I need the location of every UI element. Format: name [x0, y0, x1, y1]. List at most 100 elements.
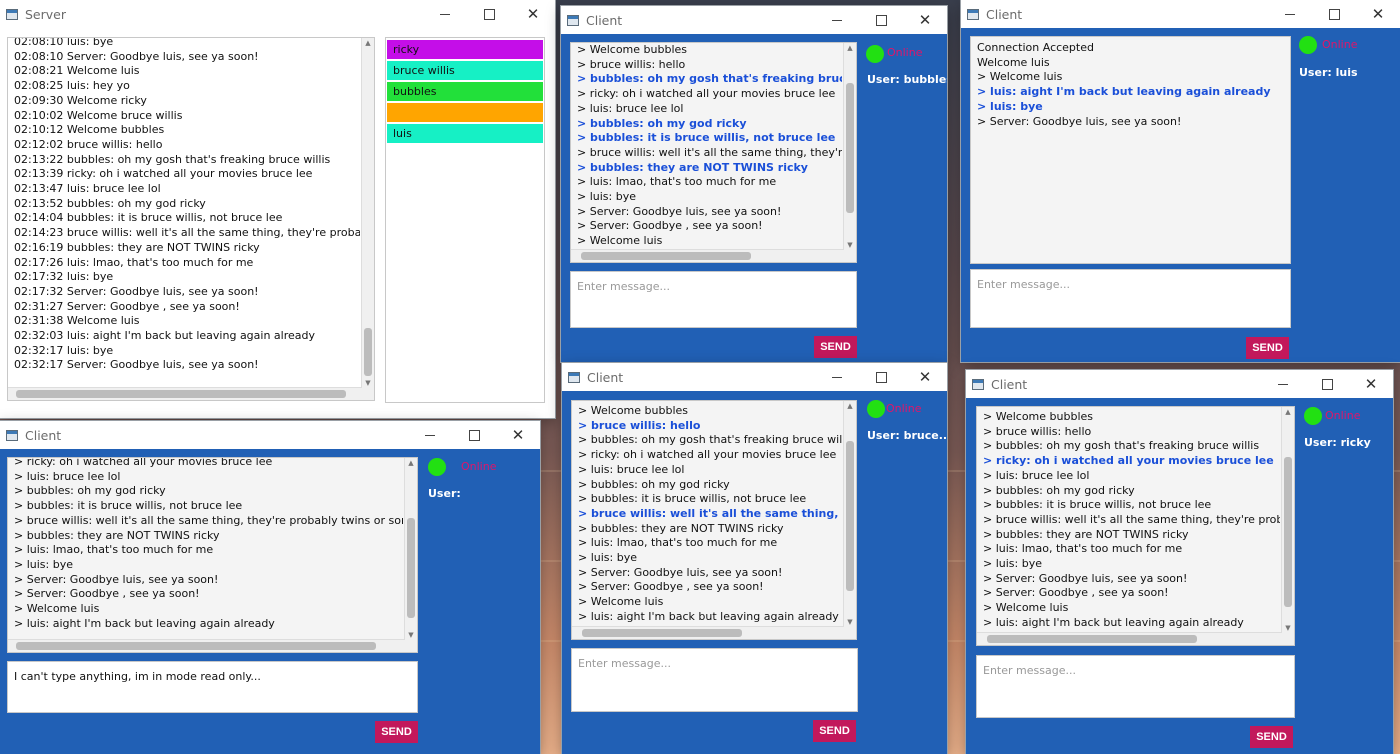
scroll-up-icon[interactable]: ▲ — [405, 458, 417, 468]
log-line: 02:10:12 Welcome bubbles — [14, 123, 165, 137]
chat-history[interactable]: > Welcome bubbles > bruce willis: hello > … — [571, 400, 857, 640]
horizontal-scrollbar[interactable] — [572, 626, 844, 639]
vertical-scrollbar[interactable]: ▲ ▼ — [843, 401, 856, 627]
horizontal-scrollbar[interactable] — [8, 387, 362, 400]
title-bar[interactable]: Client ✕ — [966, 370, 1393, 398]
chat-history[interactable]: Connection Accepted Welcome luis > Welcome… — [970, 36, 1291, 264]
user-list-item[interactable]: bubbles — [387, 82, 543, 101]
chat-message: > luis: aight I'm back but leaving again… — [14, 616, 275, 630]
chat-message: > Welcome luis — [578, 595, 664, 609]
chat-history[interactable]: > ricky: oh i watched all your movies br… — [7, 457, 418, 653]
scroll-up-icon[interactable]: ▲ — [1282, 407, 1294, 417]
user-list-item[interactable]: bruce willis — [387, 61, 543, 80]
user-list-item[interactable]: luis — [387, 124, 543, 143]
vertical-scrollbar[interactable]: ▲ ▼ — [843, 43, 856, 250]
chat-message: > Welcome luis — [14, 602, 100, 616]
title-bar[interactable]: Client ✕ — [562, 363, 947, 391]
chat-message: Welcome luis — [977, 55, 1050, 69]
chat-message: > bubbles: they are NOT TWINS ricky — [577, 160, 808, 174]
title-bar[interactable]: Server ✕ — [0, 0, 555, 28]
close-button[interactable]: ✕ — [1349, 370, 1393, 398]
message-input[interactable]: Enter message... — [976, 655, 1295, 718]
app-icon — [972, 378, 984, 390]
user-list-item[interactable] — [387, 103, 543, 122]
scroll-down-icon[interactable]: ▼ — [362, 378, 374, 388]
vertical-scrollbar[interactable]: ▲ ▼ — [404, 458, 417, 640]
close-button[interactable]: ✕ — [496, 421, 540, 449]
chat-message: > luis: bruce lee lol — [578, 462, 685, 476]
online-status-icon — [428, 458, 446, 476]
maximize-button[interactable] — [467, 0, 511, 28]
minimize-button[interactable] — [423, 0, 467, 28]
send-button[interactable]: SEND — [375, 721, 418, 743]
maximize-button[interactable] — [859, 363, 903, 391]
send-button[interactable]: SEND — [1246, 337, 1289, 359]
maximize-button[interactable] — [859, 6, 903, 34]
chat-message: > Welcome luis — [577, 234, 663, 248]
minimize-button[interactable] — [815, 363, 859, 391]
chat-message: > bruce willis: hello — [577, 57, 686, 71]
log-line: 02:13:22 bubbles: oh my gosh that's frea… — [14, 152, 331, 166]
window-title: Client — [991, 376, 1028, 392]
chat-lines: Connection Accepted Welcome luis > Welcome… — [977, 41, 1284, 259]
scroll-up-icon[interactable]: ▲ — [844, 43, 856, 53]
horizontal-scrollbar[interactable] — [571, 249, 844, 262]
chat-message: > bubbles: it is bruce willis, not bruce… — [14, 499, 243, 513]
maximize-button[interactable] — [1312, 0, 1356, 28]
chat-history[interactable]: > Welcome bubbles > bruce willis: hello > … — [976, 406, 1295, 646]
horizontal-scrollbar[interactable] — [977, 632, 1282, 645]
send-button[interactable]: SEND — [1250, 726, 1293, 748]
chat-message: > Welcome luis — [983, 601, 1069, 615]
maximize-icon — [1321, 378, 1333, 390]
scroll-down-icon[interactable]: ▼ — [844, 617, 856, 627]
close-button[interactable]: ✕ — [511, 0, 555, 28]
user-list[interactable]: ricky bruce willis bubbles luis — [385, 37, 545, 403]
send-button[interactable]: SEND — [814, 336, 857, 358]
title-bar[interactable]: Client ✕ — [561, 6, 947, 34]
chat-message: > luis: bruce lee lol — [14, 469, 121, 483]
minimize-button[interactable] — [1268, 0, 1312, 28]
scroll-down-icon[interactable]: ▼ — [1282, 623, 1294, 633]
title-bar[interactable]: Client ✕ — [961, 0, 1400, 28]
scroll-down-icon[interactable]: ▼ — [844, 240, 856, 250]
maximize-icon — [1328, 8, 1340, 20]
log-line: 02:09:30 Welcome ricky — [14, 93, 147, 107]
window-title: Client — [586, 12, 623, 28]
chat-message: > Server: Goodbye luis, see ya soon! — [14, 572, 219, 586]
vertical-scrollbar[interactable]: ▲ ▼ — [1281, 407, 1294, 633]
message-input[interactable]: Enter message... — [570, 271, 857, 328]
chat-message: > Welcome bubbles — [983, 410, 1093, 423]
chat-message: > luis: bye — [577, 190, 636, 204]
title-bar[interactable]: Client ✕ — [0, 421, 540, 449]
minimize-button[interactable] — [815, 6, 859, 34]
close-button[interactable]: ✕ — [903, 6, 947, 34]
message-input[interactable]: Enter message... — [970, 269, 1291, 328]
horizontal-scrollbar[interactable] — [8, 639, 405, 652]
minimize-button[interactable] — [408, 421, 452, 449]
chat-lines: > Welcome bubbles > bruce willis: hello > … — [578, 404, 842, 627]
maximize-button[interactable] — [1305, 370, 1349, 398]
message-input[interactable]: I can't type anything, im in mode read o… — [7, 661, 418, 713]
message-input[interactable]: Enter message... — [571, 648, 858, 712]
maximize-button[interactable] — [452, 421, 496, 449]
user-list-item[interactable]: ricky — [387, 40, 543, 59]
chat-message: > Server: Goodbye luis, see ya soon! — [577, 204, 782, 218]
log-line: 02:08:10 Server: Goodbye luis, see ya so… — [14, 49, 259, 63]
maximize-icon — [875, 371, 887, 383]
chat-message: > luis: lmao, that's too much for me — [577, 175, 777, 189]
scroll-up-icon[interactable]: ▲ — [362, 38, 374, 48]
chat-history[interactable]: > Welcome bubbles > bruce willis: hello > … — [570, 42, 857, 263]
chat-message: > Welcome luis — [977, 70, 1063, 84]
log-line: 02:17:32 luis: bye — [14, 270, 114, 284]
server-log[interactable]: 02:08:10 luis: bye 02:08:10 Server: Goodb… — [7, 37, 375, 401]
chat-message: > luis: bye — [14, 557, 73, 571]
close-button[interactable]: ✕ — [903, 363, 947, 391]
send-button[interactable]: SEND — [813, 720, 856, 742]
minimize-button[interactable] — [1261, 370, 1305, 398]
close-icon: ✕ — [1371, 4, 1385, 23]
chat-message: > bruce willis: well it's all the same t… — [14, 513, 403, 527]
vertical-scrollbar[interactable]: ▲ ▼ — [361, 38, 374, 388]
close-button[interactable]: ✕ — [1356, 0, 1400, 28]
scroll-up-icon[interactable]: ▲ — [844, 401, 856, 411]
scroll-down-icon[interactable]: ▼ — [405, 630, 417, 640]
